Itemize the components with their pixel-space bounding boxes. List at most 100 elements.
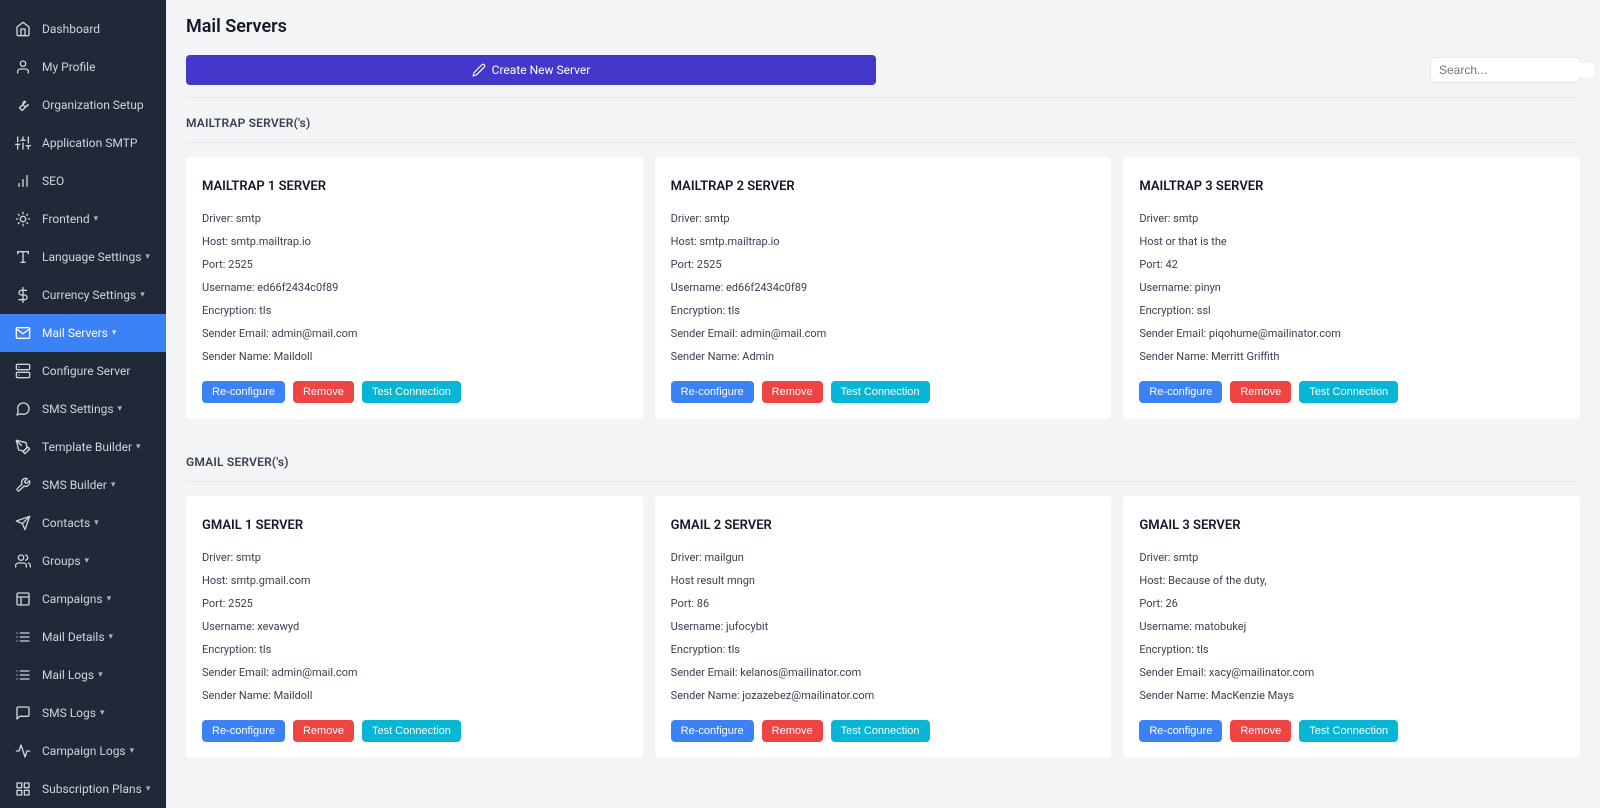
sidebar-item-sms-settings[interactable]: SMS Settings▾ xyxy=(0,390,166,428)
sidebar-item-label: SMS Logs xyxy=(42,706,96,720)
sidebar-item-mail-logs[interactable]: Mail Logs▾ xyxy=(0,656,166,694)
sidebar-item-label: SMS Settings xyxy=(42,402,114,416)
server-host: Host: smtp.gmail.com xyxy=(202,574,627,587)
chevron-down-icon: ▾ xyxy=(109,632,114,642)
create-server-button[interactable]: Create New Server xyxy=(186,55,876,85)
create-server-label: Create New Server xyxy=(492,63,591,77)
test-connection-button[interactable]: Test Connection xyxy=(831,720,930,742)
test-connection-button[interactable]: Test Connection xyxy=(362,381,461,403)
section-heading: GMAIL SERVER('s) xyxy=(186,445,289,481)
reconfigure-button[interactable]: Re-configure xyxy=(671,381,754,403)
server-port: Port: 26 xyxy=(1139,597,1564,610)
activity-icon xyxy=(14,742,32,760)
remove-button[interactable]: Remove xyxy=(293,381,354,403)
reconfigure-button[interactable]: Re-configure xyxy=(671,720,754,742)
server-port: Port: 86 xyxy=(671,597,1096,610)
sidebar-item-frontend[interactable]: Frontend▾ xyxy=(0,200,166,238)
main-content: Mail Servers Create New Server MAILTRAP … xyxy=(166,0,1600,808)
sidebar-item-currency-settings[interactable]: Currency Settings ▾ xyxy=(0,276,166,314)
sidebar-item-configure-server[interactable]: Configure Server xyxy=(0,352,166,390)
pen-tool-icon xyxy=(14,438,32,456)
wrench-icon xyxy=(14,96,32,114)
server-username: Username: ed66f2434c0f89 xyxy=(671,281,1096,294)
sidebar-item-mail-servers[interactable]: Mail Servers▾ xyxy=(0,314,166,352)
layout-icon xyxy=(14,590,32,608)
page-title: Mail Servers xyxy=(186,16,1580,37)
sidebar-item-sms-builder[interactable]: SMS Builder▾ xyxy=(0,466,166,504)
sidebar-item-sms-logs[interactable]: SMS Logs ▾ xyxy=(0,694,166,732)
test-connection-button[interactable]: Test Connection xyxy=(362,720,461,742)
chevron-down-icon: ▾ xyxy=(107,594,112,604)
sidebar-item-label: Template Builder xyxy=(42,440,132,454)
remove-button[interactable]: Remove xyxy=(293,720,354,742)
reconfigure-button[interactable]: Re-configure xyxy=(1139,720,1222,742)
dollar-icon xyxy=(14,286,32,304)
reconfigure-button[interactable]: Re-configure xyxy=(1139,381,1222,403)
sidebar-item-label: Mail Details xyxy=(42,630,105,644)
sidebar-item-label: SEO xyxy=(42,174,64,188)
server-encryption: Encryption: tls xyxy=(671,304,1096,317)
sidebar-item-groups[interactable]: Groups▾ xyxy=(0,542,166,580)
server-sender-email: Sender Email: admin@mail.com xyxy=(202,666,627,679)
sidebar-item-seo[interactable]: SEO xyxy=(0,162,166,200)
sidebar-item-organization-setup[interactable]: Organization Setup xyxy=(0,86,166,124)
server-sender-name: Sender Name: jozazebez@mailinator.com xyxy=(671,689,1096,702)
chevron-down-icon: ▾ xyxy=(145,252,150,262)
search-input[interactable] xyxy=(1439,63,1594,77)
chevron-down-icon: ▾ xyxy=(100,708,105,718)
server-sender-name: Sender Name: Maildoll xyxy=(202,350,627,363)
sidebar-item-campaigns[interactable]: Campaigns▾ xyxy=(0,580,166,618)
edit-icon xyxy=(472,63,486,77)
server-encryption: Encryption: tls xyxy=(671,643,1096,656)
sidebar-item-campaign-logs[interactable]: Campaign Logs▾ xyxy=(0,732,166,770)
sidebar-item-contacts[interactable]: Contacts ▾ xyxy=(0,504,166,542)
server-title: GMAIL 2 SERVER xyxy=(671,518,1096,533)
chevron-down-icon: ▾ xyxy=(130,746,135,756)
search-box[interactable] xyxy=(1430,57,1580,83)
type-icon xyxy=(14,248,32,266)
chevron-down-icon: ▾ xyxy=(140,290,145,300)
sidebar-item-label: Currency Settings xyxy=(42,288,136,302)
reconfigure-button[interactable]: Re-configure xyxy=(202,720,285,742)
chevron-down-icon: ▾ xyxy=(146,784,151,794)
server-sender-email: Sender Email: piqohume@mailinator.com xyxy=(1139,327,1564,340)
test-connection-button[interactable]: Test Connection xyxy=(1299,720,1398,742)
test-connection-button[interactable]: Test Connection xyxy=(1299,381,1398,403)
sidebar-item-template-builder[interactable]: Template Builder▾ xyxy=(0,428,166,466)
sidebar-item-label: Dashboard xyxy=(42,22,100,36)
remove-button[interactable]: Remove xyxy=(1230,720,1291,742)
server-title: GMAIL 3 SERVER xyxy=(1139,518,1564,533)
remove-button[interactable]: Remove xyxy=(762,720,823,742)
sidebar-item-my-profile[interactable]: My Profile xyxy=(0,48,166,86)
users-icon xyxy=(14,552,32,570)
sidebar-item-label: Subscription Plans xyxy=(42,782,142,796)
server-encryption: Encryption: tls xyxy=(202,304,627,317)
server-encryption: Encryption: tls xyxy=(202,643,627,656)
sidebar-item-subscription-plans[interactable]: Subscription Plans ▾ xyxy=(0,770,166,808)
sidebar-item-label: Frontend xyxy=(42,212,90,226)
list-icon xyxy=(14,628,32,646)
server-port: Port: 2525 xyxy=(202,258,627,271)
server-host: Host: Because of the duty, xyxy=(1139,574,1564,587)
remove-button[interactable]: Remove xyxy=(1230,381,1291,403)
sidebar-item-application-smtp[interactable]: Application SMTP xyxy=(0,124,166,162)
sidebar-item-label: Groups xyxy=(42,554,81,568)
sidebar-item-label: Language Settings xyxy=(42,250,141,264)
sidebar-item-dashboard[interactable]: Dashboard xyxy=(0,10,166,48)
server-title: MAILTRAP 1 SERVER xyxy=(202,179,627,194)
remove-button[interactable]: Remove xyxy=(762,381,823,403)
server-host: Host: smtp.mailtrap.io xyxy=(671,235,1096,248)
sidebar-item-mail-details[interactable]: Mail Details ▾ xyxy=(0,618,166,656)
server-port: Port: 2525 xyxy=(671,258,1096,271)
sidebar-item-label: SMS Builder xyxy=(42,478,107,492)
sidebar-item-label: Application SMTP xyxy=(42,136,137,150)
server-driver: Driver: smtp xyxy=(1139,212,1564,225)
reconfigure-button[interactable]: Re-configure xyxy=(202,381,285,403)
sidebar-item-label: Contacts xyxy=(42,516,90,530)
server-sender-email: Sender Email: xacy@mailinator.com xyxy=(1139,666,1564,679)
chevron-down-icon: ▾ xyxy=(94,518,99,528)
server-port: Port: 42 xyxy=(1139,258,1564,271)
sidebar-item-language-settings[interactable]: Language Settings ▾ xyxy=(0,238,166,276)
server-sender-name: Sender Name: Admin xyxy=(671,350,1096,363)
test-connection-button[interactable]: Test Connection xyxy=(831,381,930,403)
